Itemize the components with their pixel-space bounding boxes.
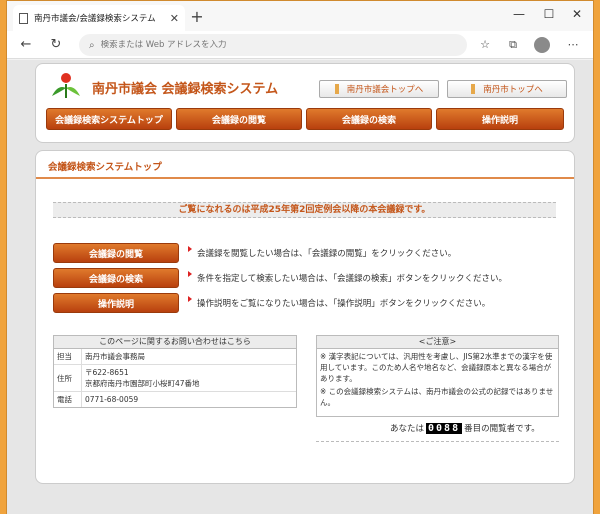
close-window-icon[interactable]: ✕: [567, 7, 587, 21]
contact-title: このページに関するお問い合わせはこちら: [54, 336, 296, 349]
contact-phone: 0771-68-0059: [85, 395, 139, 404]
search-icon: ⌕: [89, 39, 95, 51]
refresh-icon[interactable]: ↻: [47, 36, 65, 54]
close-tab-icon[interactable]: ✕: [170, 12, 179, 25]
site-title: 南丹市議会 会議録検索システム: [92, 82, 279, 97]
caution-title: <ご注意>: [317, 336, 558, 349]
browser-tab[interactable]: 南丹市議会/会議録検索システム ✕: [13, 5, 185, 31]
address-input[interactable]: [100, 40, 441, 50]
browser-window: 南丹市議会/会議録検索システム ✕ + — ☐ ✕ ← ↻ ⌕ ☆ ⧉ ⋯ 南丹…: [6, 0, 594, 514]
document-icon: [19, 12, 28, 24]
arrow-icon: [188, 246, 192, 252]
council-top-link[interactable]: 南丹市議会トップへ: [319, 80, 439, 98]
contact-row: 住所 〒622-8651 京都府南丹市園部町小桜町47番地: [54, 365, 296, 392]
visitor-count: 0088: [426, 422, 463, 434]
maximize-icon[interactable]: ☐: [539, 7, 559, 21]
contact-address: 京都府南丹市園部町小桜町47番地: [85, 379, 200, 388]
minimize-icon[interactable]: —: [509, 7, 529, 21]
caution-line: ※ 漢字表記については、汎用性を考慮し、JIS第2水準までの漢字を使用しています…: [320, 352, 553, 383]
title-bar: 南丹市議会/会議録検索システム ✕ + — ☐ ✕: [7, 1, 593, 31]
navigation-bar: ← ↻ ⌕ ☆ ⧉ ⋯: [7, 31, 593, 59]
favorites-icon[interactable]: ☆: [477, 37, 493, 53]
profile-avatar[interactable]: [534, 37, 550, 53]
contact-postcode: 〒622-8651: [85, 368, 129, 377]
contact-box: このページに関するお問い合わせはこちら 担当 南丹市議会事務局 住所 〒622-…: [53, 335, 297, 408]
browse-button[interactable]: 会議録の閲覧: [53, 243, 179, 263]
section-title: 会議録検索システムトップ: [48, 162, 162, 173]
search-button[interactable]: 会議録の検索: [53, 268, 179, 288]
menu-icon[interactable]: ⋯: [565, 37, 581, 53]
section-header: 会議録検索システムトップ: [36, 151, 574, 179]
tab-title: 南丹市議会/会議録検索システム: [34, 14, 156, 24]
nantan-logo-icon: [52, 73, 80, 98]
city-top-link[interactable]: 南丹市トップへ: [447, 80, 567, 98]
link-bar-icon: [471, 84, 476, 94]
contact-department: 南丹市議会事務局: [85, 352, 145, 361]
instructions-button[interactable]: 操作説明: [53, 293, 179, 313]
page-content: 南丹市議会 会議録検索システム 南丹市議会トップへ 南丹市トップへ 会議録検索シ…: [7, 60, 593, 514]
notice-banner: ご覧になれるのは平成25年第2回定例会以降の本会議録です。: [53, 202, 556, 218]
caution-line: ※ この会議録検索システムは、南丹市議会の公式の記録ではありません。: [320, 387, 554, 407]
search-description: 条件を指定して検索したい場合は、「会議録の検索」ボタンをクリックください。: [197, 274, 507, 284]
nav-instructions[interactable]: 操作説明: [436, 108, 564, 130]
arrow-icon: [188, 296, 192, 302]
browse-description: 会議録を閲覧したい場合は、「会議録の閲覧」をクリックください。: [197, 249, 457, 259]
divider: [316, 441, 559, 442]
nav-browse[interactable]: 会議録の閲覧: [176, 108, 302, 130]
back-icon[interactable]: ←: [17, 36, 35, 54]
new-tab-icon[interactable]: +: [187, 7, 207, 27]
collections-icon[interactable]: ⧉: [505, 37, 521, 53]
arrow-icon: [188, 271, 192, 277]
link-bar-icon: [334, 84, 339, 94]
visitor-counter: あなたは 0088 番目の閲覧者です。: [390, 422, 540, 434]
contact-row: 電話 0771-68-0059: [54, 392, 296, 407]
site-header: 南丹市議会 会議録検索システム 南丹市議会トップへ 南丹市トップへ 会議録検索シ…: [35, 63, 575, 143]
instructions-description: 操作説明をご覧になりたい場合は、「操作説明」ボタンをクリックください。: [197, 299, 491, 309]
main-panel: 会議録検索システムトップ ご覧になれるのは平成25年第2回定例会以降の本会議録で…: [35, 150, 575, 484]
contact-row: 担当 南丹市議会事務局: [54, 349, 296, 365]
address-bar[interactable]: ⌕: [79, 34, 467, 56]
nav-search[interactable]: 会議録の検索: [306, 108, 432, 130]
caution-box: <ご注意> ※ 漢字表記については、汎用性を考慮し、JIS第2水準までの漢字を使…: [316, 335, 559, 417]
nav-system-top[interactable]: 会議録検索システムトップ: [46, 108, 172, 130]
